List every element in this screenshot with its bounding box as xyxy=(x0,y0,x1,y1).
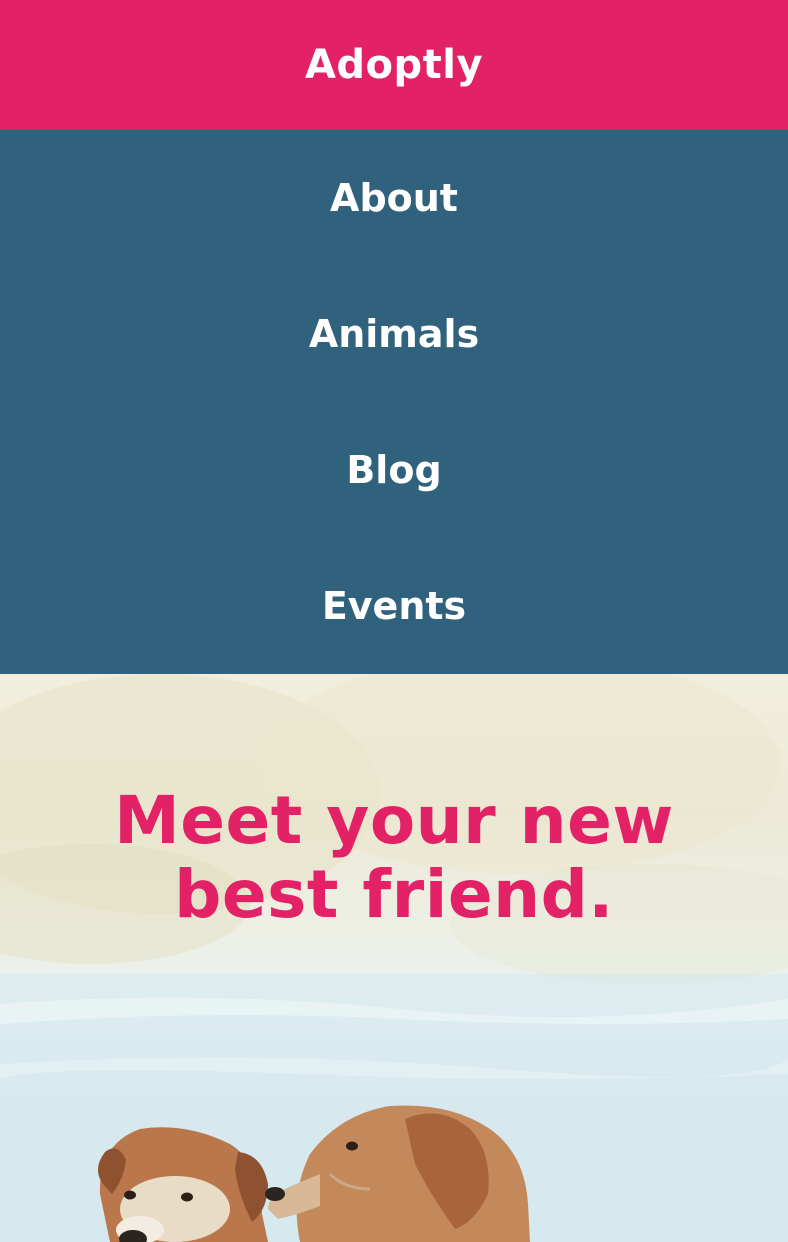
main-nav-menu: About Animals Blog Events xyxy=(0,130,788,674)
nav-item-events[interactable]: Events xyxy=(0,538,788,674)
headline-line-2: best friend. xyxy=(174,856,614,933)
headline-line-1: Meet your new xyxy=(114,782,674,859)
nav-item-about[interactable]: About xyxy=(0,130,788,266)
site-header: Adoptly xyxy=(0,0,788,130)
hero-section: Meet your new best friend. xyxy=(0,674,788,1242)
hero-headline: Meet your new best friend. xyxy=(0,784,788,932)
nav-item-animals[interactable]: Animals xyxy=(0,266,788,402)
brand-logo-link[interactable]: Adoptly xyxy=(305,42,483,88)
nav-item-blog[interactable]: Blog xyxy=(0,402,788,538)
hero-dogs-photo xyxy=(0,674,788,1242)
